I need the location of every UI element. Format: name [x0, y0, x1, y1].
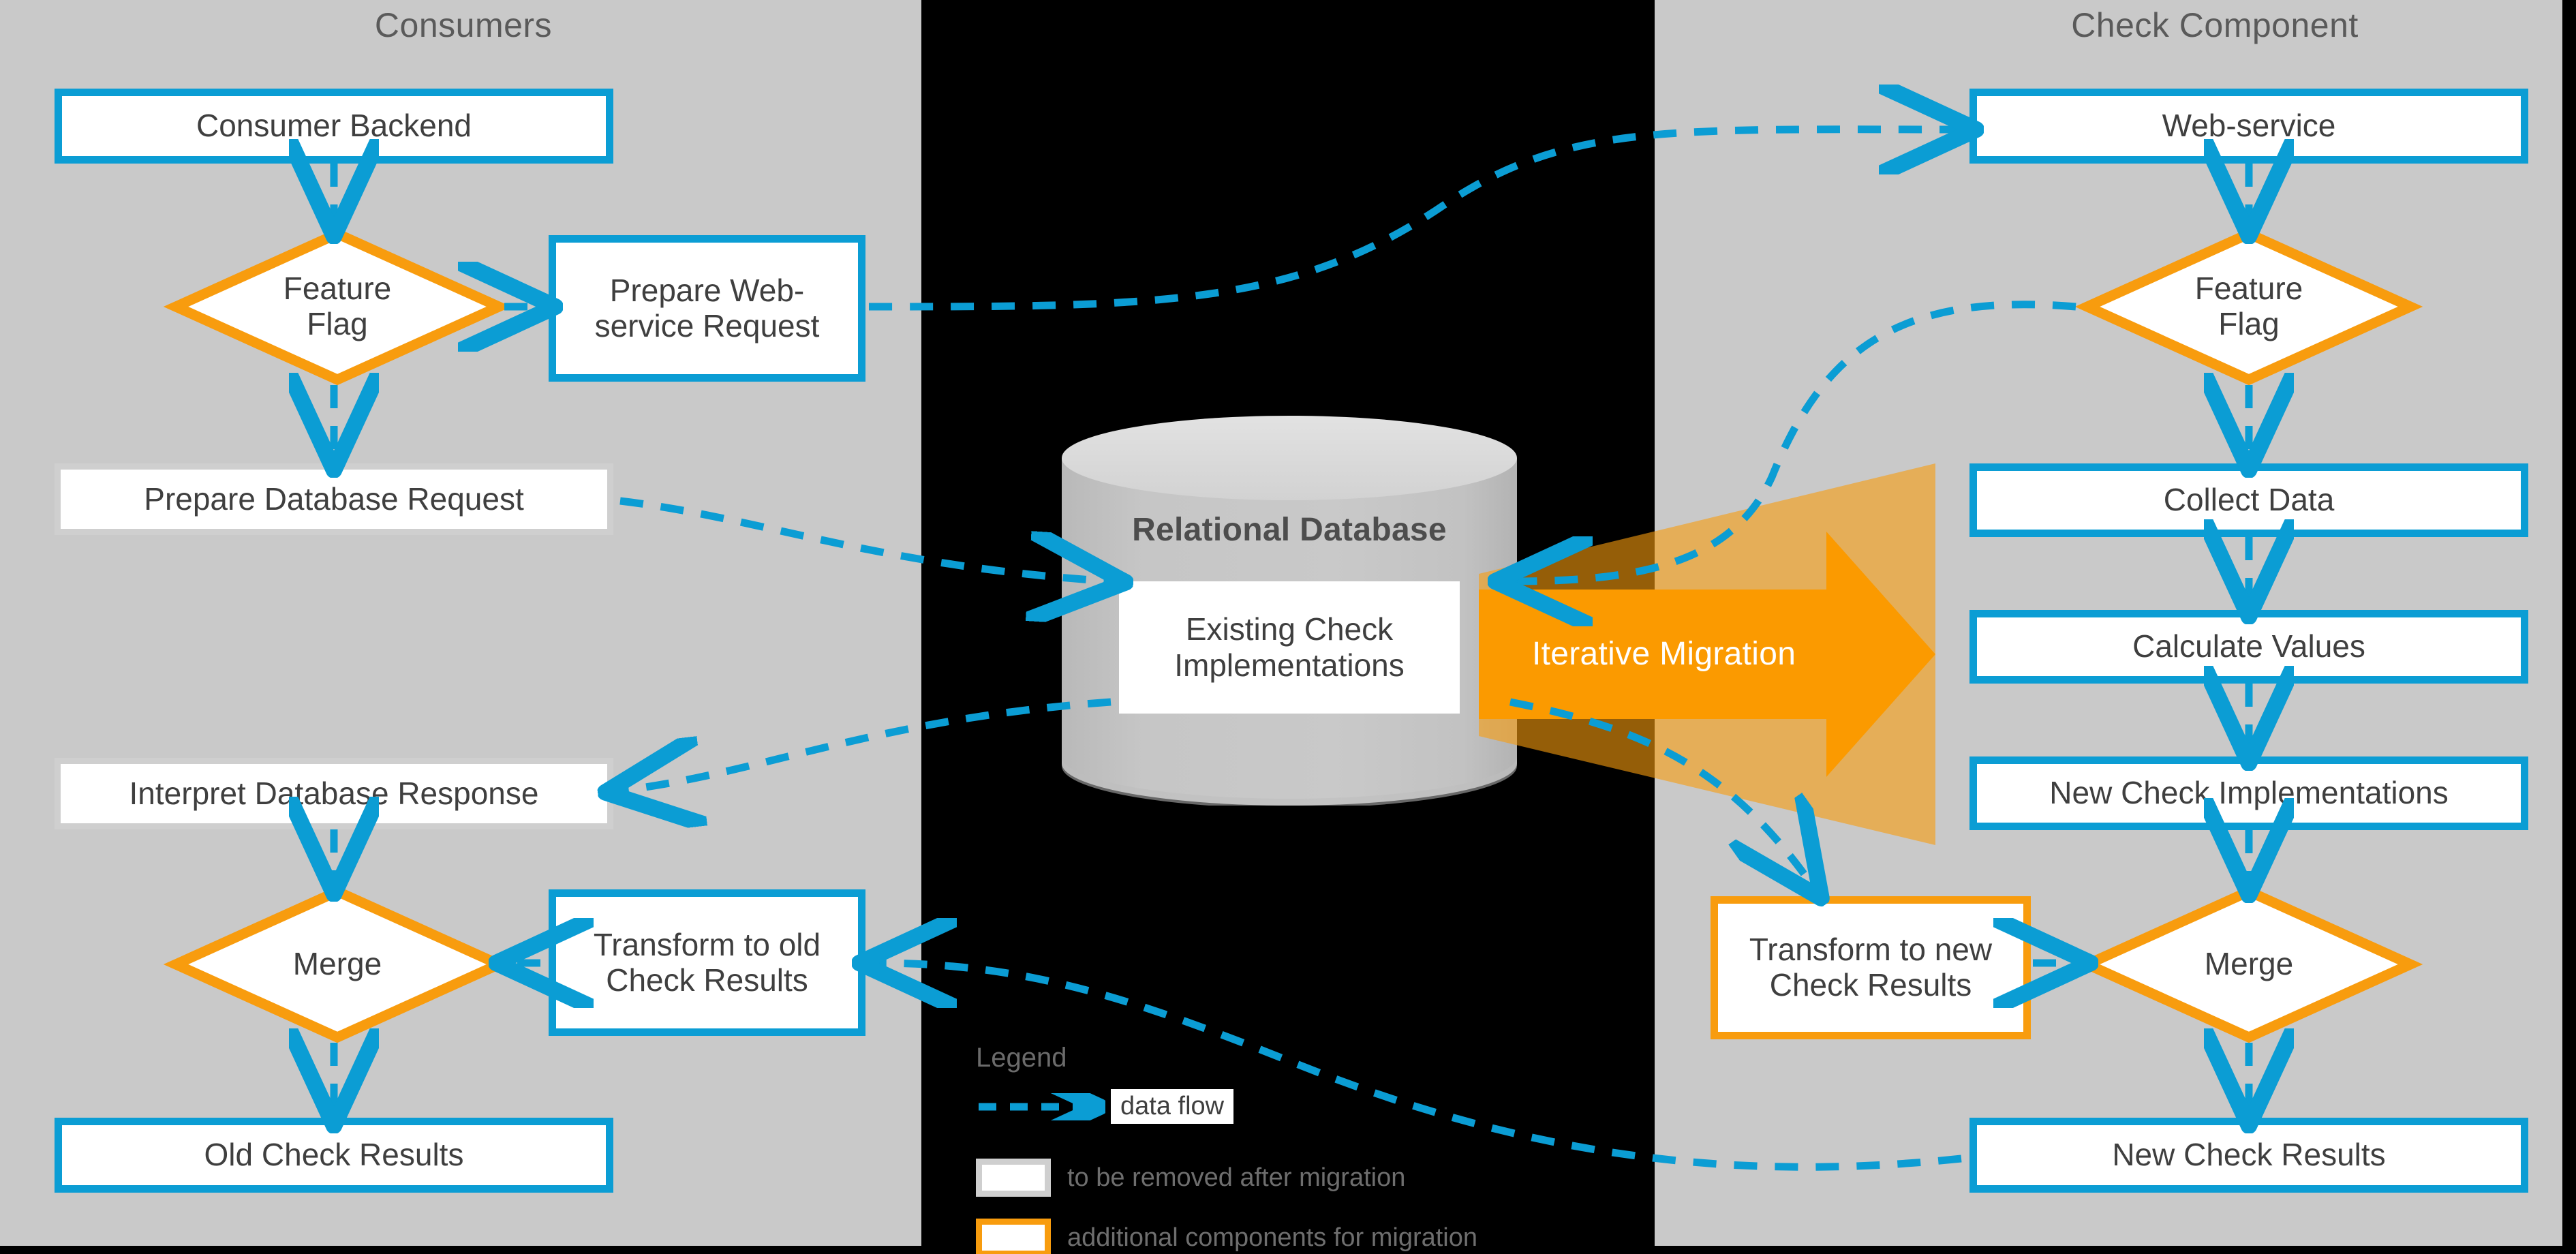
data-flow-arrow-icon: [979, 1093, 1105, 1120]
diamond-shape-icon: [2074, 228, 2423, 386]
diamond-shape-icon: [163, 228, 512, 386]
legend-label-data-flow: data flow: [1111, 1089, 1234, 1124]
transform-old-line-2: Check Results: [606, 962, 808, 998]
node-transform-to-new-check-results[interactable]: Transform to new Check Results: [1711, 896, 2031, 1039]
node-interpret-database-response[interactable]: Interpret Database Response: [55, 758, 613, 829]
diamond-shape-icon: [2074, 885, 2423, 1043]
transform-old-line-1: Transform to old: [593, 926, 821, 962]
node-existing-check-implementations[interactable]: Existing Check Implementations: [1119, 581, 1460, 714]
legend-row-removed-after-migration: to be removed after migration: [976, 1159, 1405, 1197]
node-prepare-web-service-request[interactable]: Prepare Web- service Request: [549, 235, 865, 382]
node-new-check-implementations[interactable]: New Check Implementations: [1969, 756, 2528, 830]
legend-label-additional-components: additional components for migration: [1067, 1223, 1478, 1252]
legend-row-additional-components: additional components for migration: [976, 1219, 1477, 1254]
node-consumer-backend[interactable]: Consumer Backend: [55, 89, 613, 164]
database-title: Relational Database: [1132, 512, 1447, 548]
node-merge-check-component[interactable]: Merge: [2074, 885, 2423, 1043]
right-black-strip: [2562, 0, 2576, 1254]
node-collect-data[interactable]: Collect Data: [1969, 463, 2528, 537]
node-feature-flag-check-component[interactable]: Feature Flag: [2074, 228, 2423, 386]
existing-check-line-1: Existing Check: [1185, 611, 1394, 647]
relational-database-cylinder[interactable]: Relational Database Existing Check Imple…: [1062, 416, 1517, 806]
node-prepare-database-request[interactable]: Prepare Database Request: [55, 463, 613, 535]
node-merge-consumers[interactable]: Merge: [163, 885, 512, 1043]
diagram-canvas: Consumers Check Component Consumer Backe…: [0, 0, 2576, 1254]
prepare-ws-line-1: Prepare Web-: [609, 272, 805, 308]
existing-check-line-2: Implementations: [1174, 647, 1405, 683]
legend-row-data-flow: data flow: [976, 1089, 1234, 1124]
legend: Legend data flow to be removed after mig…: [976, 1043, 1644, 1254]
legend-title: Legend: [976, 1043, 1067, 1073]
node-new-check-results[interactable]: New Check Results: [1969, 1118, 2528, 1193]
node-web-service[interactable]: Web-service: [1969, 89, 2528, 164]
legend-swatch-orange-box: [976, 1219, 1051, 1254]
iterative-migration-label: Iterative Migration: [1532, 636, 1796, 672]
iterative-migration-arrow: Iterative Migration: [1479, 463, 1935, 845]
section-title-consumers: Consumers: [374, 6, 553, 44]
legend-label-removed-after-migration: to be removed after migration: [1067, 1163, 1406, 1192]
transform-new-line-1: Transform to new: [1749, 932, 1993, 968]
node-transform-to-old-check-results[interactable]: Transform to old Check Results: [549, 889, 865, 1036]
section-title-check-component: Check Component: [2071, 6, 2359, 44]
prepare-ws-line-2: service Request: [594, 307, 820, 343]
node-old-check-results[interactable]: Old Check Results: [55, 1118, 613, 1193]
legend-swatch-gray-box: [976, 1159, 1051, 1197]
transform-new-line-2: Check Results: [1769, 967, 1972, 1003]
node-feature-flag-consumers[interactable]: Feature Flag: [163, 228, 512, 386]
node-calculate-values[interactable]: Calculate Values: [1969, 610, 2528, 684]
diamond-shape-icon: [163, 885, 512, 1043]
